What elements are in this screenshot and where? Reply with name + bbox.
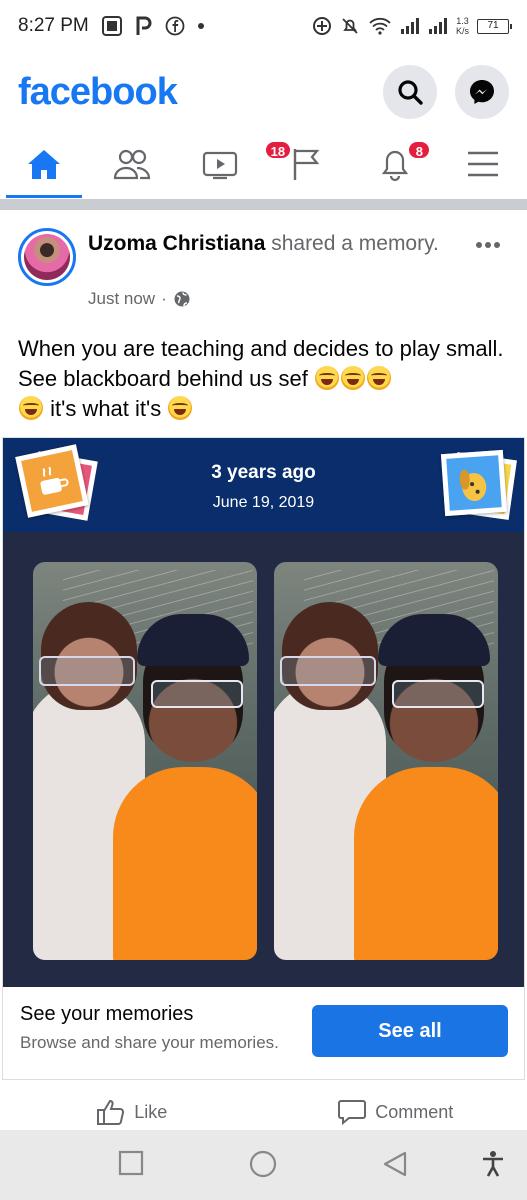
status-time: 8:27 PM	[18, 15, 89, 36]
tears-of-joy-emoji-icon	[19, 396, 43, 420]
feed-divider	[0, 199, 527, 210]
wifi-icon	[368, 16, 392, 36]
post-options-button[interactable]	[475, 228, 501, 256]
notifications-badge: 8	[407, 140, 432, 160]
network-speed-unit: K/s	[455, 26, 469, 36]
memory-header: 3 years ago June 19, 2019	[3, 438, 524, 532]
post-text-part2: it's what it's	[44, 396, 168, 421]
post-text-part1: When you are teaching and decides to pla…	[18, 336, 504, 391]
see-all-button[interactable]: See all	[312, 1005, 508, 1057]
messenger-icon	[470, 80, 494, 104]
tears-of-joy-emoji-icon	[340, 366, 365, 390]
triangle-back-icon	[383, 1151, 407, 1177]
like-label: Like	[134, 1101, 168, 1122]
recent-apps-button[interactable]	[118, 1150, 144, 1181]
tears-of-joy-emoji-icon	[314, 366, 339, 390]
comment-button[interactable]: Comment	[264, 1088, 527, 1136]
data-saver-icon	[312, 16, 332, 36]
memory-photo-1[interactable]	[33, 562, 257, 960]
p-app-notification-icon	[135, 15, 153, 37]
post-author-line: Uzoma Christiana shared a memory.	[88, 230, 468, 258]
memory-card[interactable]: 3 years ago June 19, 2019 See your memor…	[2, 437, 525, 1080]
tab-watch[interactable]: 18	[176, 130, 293, 198]
gallery-notification-icon	[101, 15, 123, 37]
tab-notifications[interactable]: 8	[351, 130, 439, 198]
more-options-icon	[476, 242, 500, 248]
tab-menu[interactable]	[439, 130, 527, 198]
app-header: facebook	[0, 56, 527, 128]
tab-home[interactable]	[0, 130, 88, 198]
memory-footer: See your memories Browse and share your …	[3, 987, 524, 1079]
tears-of-joy-emoji-icon	[168, 396, 193, 420]
memory-photo-2[interactable]	[274, 562, 498, 960]
author-name[interactable]: Uzoma Christiana	[88, 232, 265, 255]
network-speed-value: 1.3	[456, 16, 469, 26]
muted-bell-icon	[340, 16, 360, 36]
dot-indicator-icon	[197, 22, 205, 30]
battery-indicator: 71	[477, 18, 512, 34]
signal-1-icon	[400, 16, 420, 36]
tears-of-joy-emoji-icon	[366, 366, 391, 390]
search-icon	[398, 80, 423, 105]
globe-icon	[174, 291, 190, 307]
post-action-text: shared a memory.	[265, 232, 439, 255]
facebook-notification-icon	[165, 16, 185, 36]
flag-icon	[294, 149, 320, 180]
post-header: Uzoma Christiana shared a memory. Just n…	[0, 222, 527, 318]
home-icon	[27, 150, 60, 179]
accessibility-icon	[483, 1151, 503, 1177]
comment-icon	[338, 1100, 367, 1126]
facebook-logo[interactable]: facebook	[18, 71, 178, 114]
memory-footer-subtitle: Browse and share your memories.	[20, 1033, 279, 1052]
tab-pages[interactable]	[263, 130, 351, 198]
home-system-button[interactable]	[249, 1150, 277, 1183]
circle-home-icon	[249, 1150, 277, 1178]
like-button[interactable]: Like	[0, 1088, 264, 1136]
square-recents-icon	[118, 1150, 144, 1176]
post-time[interactable]: Just now	[88, 289, 155, 309]
network-speed: 1.3 K/s	[456, 16, 469, 36]
accessibility-button[interactable]	[480, 1150, 506, 1183]
thumbs-up-icon	[97, 1099, 125, 1125]
post-meta: Just now ·	[88, 289, 191, 309]
messenger-button[interactable]	[455, 65, 509, 119]
meta-separator: ·	[161, 289, 167, 308]
hamburger-menu-icon	[468, 151, 499, 177]
video-icon	[202, 151, 237, 180]
back-button[interactable]	[382, 1150, 408, 1183]
main-nav: 18 8	[0, 130, 527, 198]
author-avatar[interactable]	[18, 228, 76, 286]
friends-icon	[113, 149, 150, 180]
tab-friends[interactable]	[88, 130, 176, 198]
post-text: When you are teaching and decides to pla…	[18, 334, 508, 424]
status-bar: 8:27 PM 1.3 K/s 71	[0, 0, 527, 52]
signal-2-icon	[428, 16, 448, 36]
search-button[interactable]	[383, 65, 437, 119]
memory-photos	[3, 532, 524, 987]
system-navigation-bar	[0, 1130, 527, 1200]
post-actions: Like Comment	[0, 1088, 527, 1136]
comment-label: Comment	[375, 1101, 454, 1122]
memory-footer-title: See your memories	[20, 1003, 194, 1025]
